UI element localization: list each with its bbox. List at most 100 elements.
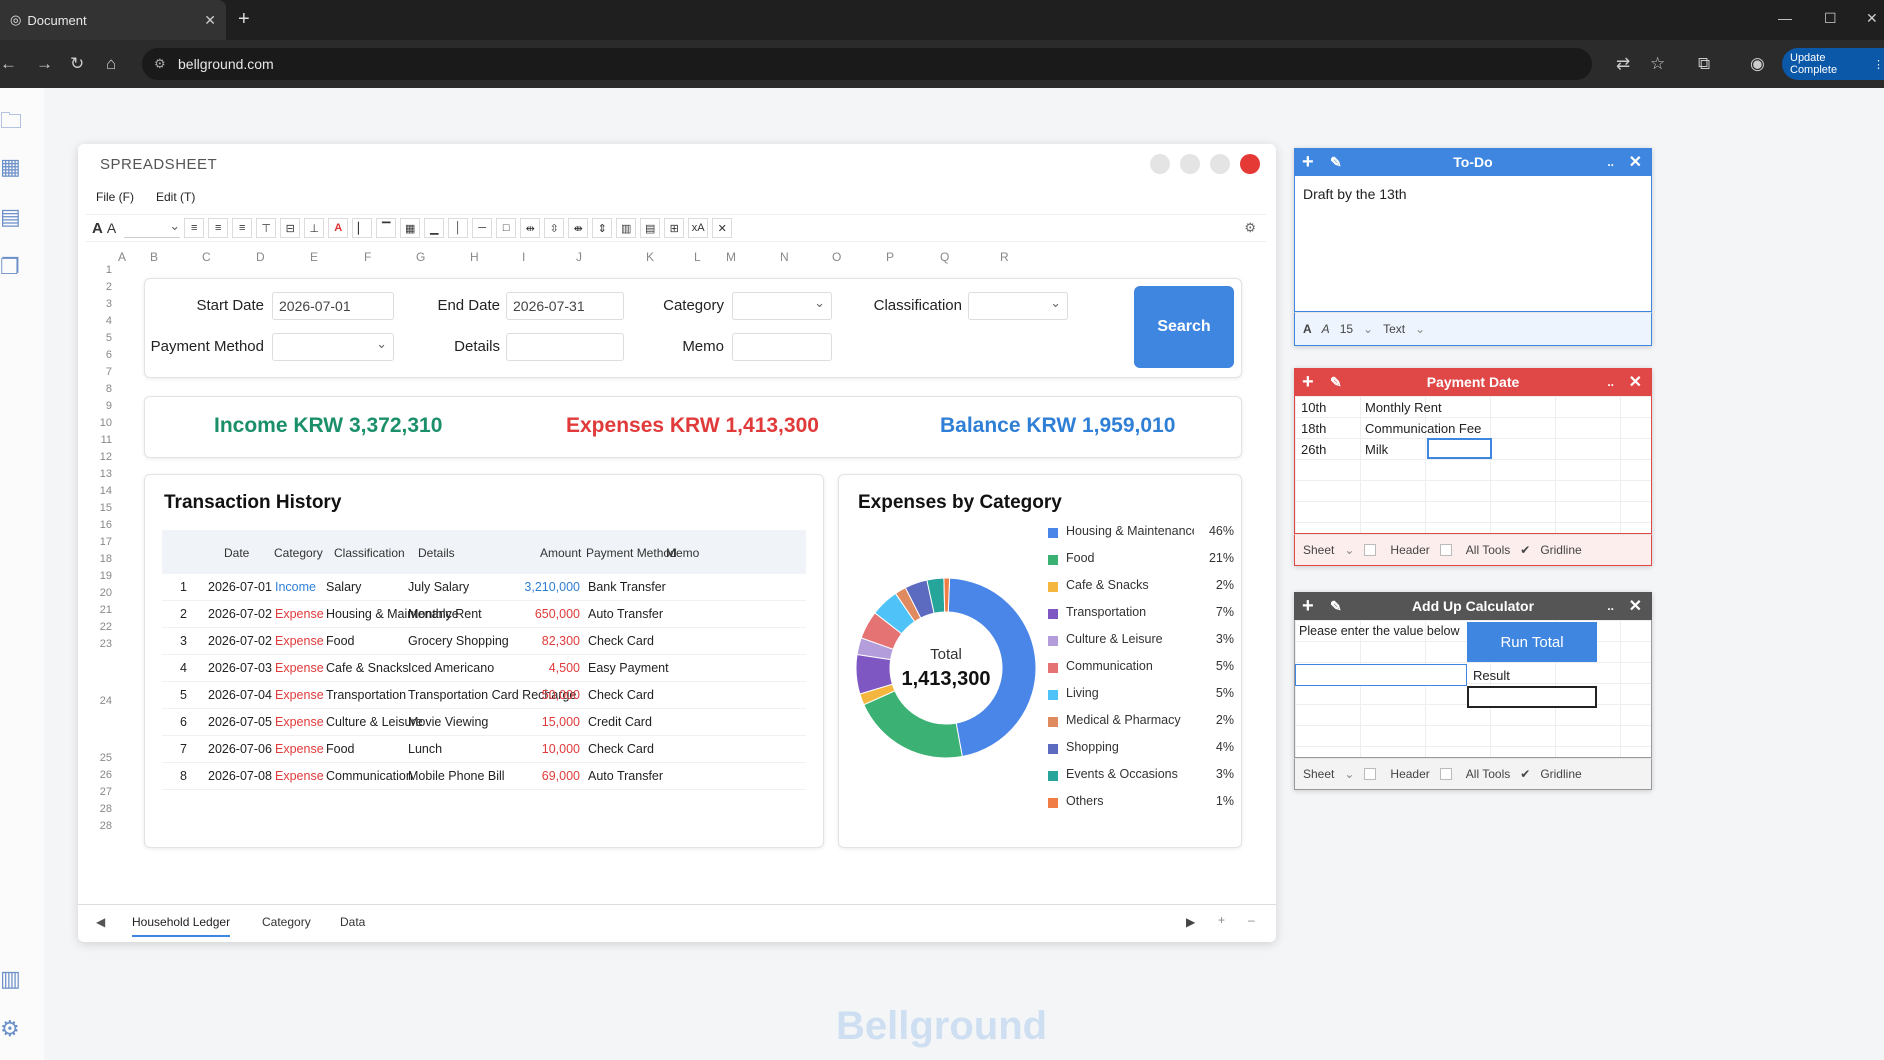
column-header-d[interactable]: D <box>256 250 265 264</box>
row-number[interactable]: 19 <box>100 570 112 582</box>
close-icon[interactable]: ✕ <box>1629 372 1642 392</box>
next-sheet-icon[interactable]: ▶ <box>1186 915 1195 929</box>
settings-icon[interactable]: ⚙ <box>1244 220 1256 236</box>
home-icon[interactable]: ⌂ <box>106 54 116 74</box>
row-number[interactable]: 2 <box>106 281 112 293</box>
row-number[interactable]: 20 <box>100 587 112 599</box>
table-header-amount[interactable]: Amount <box>540 546 581 560</box>
classification-select[interactable] <box>968 292 1068 320</box>
delete-column-icon[interactable]: ⇼ <box>568 218 589 238</box>
font-size-select[interactable]: 15 <box>1340 322 1353 336</box>
row-number[interactable]: 11 <box>101 434 112 446</box>
font-bold-icon[interactable]: A <box>1303 322 1312 336</box>
row-number[interactable]: 13 <box>100 468 112 480</box>
border-bottom-icon[interactable]: ▁ <box>424 218 445 238</box>
row-number[interactable]: 9 <box>106 400 112 412</box>
all-tools-checkbox[interactable] <box>1439 544 1452 556</box>
gridline-check-icon[interactable]: ✔ <box>1520 767 1530 781</box>
clear-cell-icon[interactable]: ✕ <box>712 218 733 238</box>
text-style-select[interactable]: Text <box>1383 322 1405 336</box>
column-header-c[interactable]: C <box>202 250 211 264</box>
prev-sheet-icon[interactable]: ◀ <box>96 915 105 929</box>
row-number[interactable]: 6 <box>106 349 112 361</box>
value-input-cell[interactable] <box>1295 664 1467 686</box>
back-icon[interactable]: ← <box>0 54 17 74</box>
column-header-p[interactable]: P <box>886 250 894 264</box>
row-number[interactable]: 28 <box>100 820 112 832</box>
remove-sheet-icon[interactable]: – <box>1248 913 1255 927</box>
merge-columns-icon[interactable]: ▥ <box>616 218 637 238</box>
table-header-memo[interactable]: Memo <box>666 546 699 560</box>
font-size-select[interactable]: ⌄ <box>124 218 181 238</box>
column-header-j[interactable]: J <box>576 250 582 264</box>
row-number[interactable]: 3 <box>106 298 112 310</box>
add-icon[interactable]: + <box>1302 371 1314 394</box>
update-button[interactable]: Update Complete ⋮ <box>1782 48 1884 80</box>
window-icon[interactable]: ❐ <box>0 254 30 280</box>
payment-day-cell[interactable]: 26th <box>1301 442 1326 457</box>
row-number[interactable]: 23 <box>100 638 112 650</box>
pencil-icon[interactable]: ✎ <box>1330 374 1342 391</box>
end-date-input[interactable]: 2026-07-31 <box>506 292 624 320</box>
payment-day-cell[interactable]: 18th <box>1301 421 1326 436</box>
start-date-input[interactable]: 2026-07-01 <box>272 292 394 320</box>
column-header-n[interactable]: N <box>780 250 789 264</box>
close-button[interactable] <box>1240 154 1260 174</box>
close-tab-icon[interactable]: ✕ <box>204 12 216 29</box>
pencil-icon[interactable]: ✎ <box>1330 154 1342 171</box>
table-header-classification[interactable]: Classification <box>334 546 405 560</box>
pencil-icon[interactable]: ✎ <box>1330 598 1342 615</box>
memo-input[interactable] <box>732 333 832 361</box>
translate-icon[interactable]: ⇄ <box>1616 54 1630 74</box>
payment-item-cell[interactable]: Communication Fee <box>1365 421 1481 436</box>
folder-icon[interactable]: 🗀 <box>0 104 30 133</box>
search-button[interactable]: Search <box>1134 286 1234 368</box>
close-icon[interactable]: ✕ <box>1629 152 1642 172</box>
more-icon[interactable]: .. <box>1607 599 1614 613</box>
row-number[interactable]: 1 <box>106 264 112 276</box>
menu-edit[interactable]: Edit (T) <box>156 190 195 204</box>
bar-chart-icon[interactable]: ▥ <box>0 966 30 992</box>
border-horizontal-icon[interactable]: ─ <box>472 218 493 238</box>
column-header-f[interactable]: F <box>364 250 371 264</box>
column-header-a[interactable]: A <box>118 250 126 264</box>
row-number[interactable]: 8 <box>106 383 112 395</box>
insert-row-icon[interactable]: ⇳ <box>544 218 565 238</box>
column-header-o[interactable]: O <box>832 250 841 264</box>
add-icon[interactable]: + <box>1302 595 1314 618</box>
column-header-r[interactable]: R <box>1000 250 1009 264</box>
forward-icon[interactable]: → <box>36 54 53 74</box>
row-number[interactable]: 15 <box>100 502 112 514</box>
sheet-select[interactable]: Sheet <box>1303 543 1334 557</box>
row-number[interactable]: 21 <box>100 604 112 616</box>
font-italic-icon[interactable]: A <box>107 220 116 236</box>
sheet-tab-category[interactable]: Category <box>262 915 311 929</box>
settings-gear-icon[interactable]: ⚙ <box>0 1016 30 1042</box>
column-header-h[interactable]: H <box>470 250 479 264</box>
column-header-i[interactable]: I <box>522 250 525 264</box>
text-color-icon[interactable]: A <box>328 218 349 238</box>
maximize-button[interactable] <box>1210 154 1230 174</box>
details-input[interactable] <box>506 333 624 361</box>
valign-bottom-icon[interactable]: ⊥ <box>304 218 325 238</box>
align-center-icon[interactable]: ≡ <box>208 218 229 238</box>
font-italic-icon[interactable]: A <box>1322 322 1330 336</box>
column-header-g[interactable]: G <box>416 250 425 264</box>
category-select[interactable] <box>732 292 832 320</box>
payment-method-select[interactable] <box>272 333 394 361</box>
column-header-b[interactable]: B <box>150 250 158 264</box>
row-number[interactable]: 16 <box>100 519 112 531</box>
column-header-e[interactable]: E <box>310 250 318 264</box>
delete-row-icon[interactable]: ⇕ <box>592 218 613 238</box>
column-header-m[interactable]: M <box>726 250 736 264</box>
menu-file[interactable]: File (F) <box>96 190 134 204</box>
row-number[interactable]: 7 <box>106 366 112 378</box>
row-number[interactable]: 25 <box>100 752 112 764</box>
close-icon[interactable]: ✕ <box>1629 596 1642 616</box>
browser-tab[interactable]: ◎ Document ✕ <box>0 0 226 40</box>
gridline-check-icon[interactable]: ✔ <box>1520 543 1530 557</box>
column-header-l[interactable]: L <box>694 250 701 264</box>
more-icon[interactable]: .. <box>1607 155 1614 169</box>
restore-button[interactable] <box>1180 154 1200 174</box>
border-left-icon[interactable]: ▏ <box>352 218 373 238</box>
